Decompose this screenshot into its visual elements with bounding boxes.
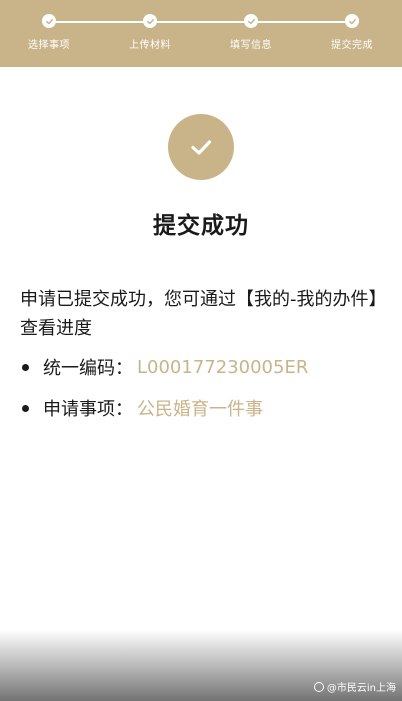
step-label: 填写信息 <box>230 40 272 51</box>
unified-code-value: L000177230005ER <box>137 356 309 378</box>
progress-stepper: 选择事项 上传材料 填写信息 提交完成 <box>0 0 402 67</box>
bullet-icon <box>22 363 29 371</box>
step-fill-info: 填写信息 <box>201 14 301 51</box>
success-message: 申请已提交成功，您可通过【我的-我的办件】查看进度 <box>20 289 387 339</box>
step-upload-materials: 上传材料 <box>100 14 200 51</box>
step-label: 选择事项 <box>28 40 70 51</box>
watermark-text: @市民云in上海 <box>326 683 396 694</box>
step-check-icon <box>42 14 56 28</box>
step-select-item: 选择事项 <box>0 14 99 51</box>
step-check-icon <box>345 14 359 28</box>
watermark-logo-icon <box>313 681 324 692</box>
page-title: 提交成功 <box>153 213 249 239</box>
unified-code-row: 统一编码： L000177230005ER <box>22 353 308 381</box>
application-item-label: 申请事项： <box>43 399 133 420</box>
application-item-row: 申请事项： 公民婚育一件事 <box>22 394 263 422</box>
watermark: @市民云in上海 <box>313 679 396 694</box>
step-check-icon <box>143 14 157 28</box>
application-item-value: 公民婚育一件事 <box>137 399 263 420</box>
step-submit-complete: 提交完成 <box>302 14 402 51</box>
step-label: 提交完成 <box>331 40 373 51</box>
step-check-icon <box>244 14 258 28</box>
step-label: 上传材料 <box>129 40 171 51</box>
bullet-icon <box>22 404 29 412</box>
unified-code-label: 统一编码： <box>43 358 133 379</box>
success-check-icon <box>168 114 234 180</box>
